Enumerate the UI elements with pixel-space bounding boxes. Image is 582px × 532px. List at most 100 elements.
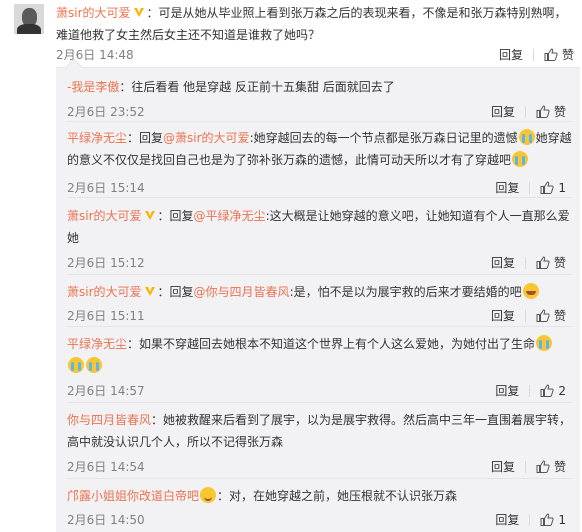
- reply-divider: [67, 402, 572, 403]
- reply-username[interactable]: 萧sir的大可爱: [67, 285, 142, 299]
- reply-button[interactable]: 回复: [491, 103, 515, 120]
- comment-actions: 回复 赞: [499, 46, 574, 63]
- divider: [529, 513, 531, 526]
- reply-button[interactable]: 回复: [499, 46, 523, 63]
- reply-text: 平绿净无尘：如果不穿越回去她根本不知道这个世界上有个人这么爱她，为她付出了生命: [67, 333, 572, 377]
- main-comment-text: 萧sir的大可爱 ：可是从她从毕业照上看到张万森之后的表现来看，不像是和张万森特别…: [56, 2, 576, 46]
- like-button[interactable]: 赞: [536, 254, 566, 271]
- comment-time: 2月6日 14:48: [56, 48, 134, 62]
- like-button[interactable]: 赞: [536, 307, 566, 324]
- like-label: 赞: [553, 256, 566, 270]
- reply-text: 邝露小姐姐你改道白帝吧 ：对，在她穿越之前，她压根就不认识张万森: [67, 485, 572, 507]
- vip-badge-icon: [144, 209, 156, 221]
- reply-body: ：往后看看 他是穿越 反正前十五集甜 后面就回去了: [119, 80, 395, 94]
- reply-button[interactable]: 回复: [491, 254, 515, 271]
- like-button[interactable]: 赞: [536, 103, 566, 120]
- reply-mention[interactable]: @萧sir的大可爱: [163, 131, 250, 145]
- like-label: 赞: [561, 48, 574, 62]
- reply-time: 2月6日 23:52: [67, 105, 145, 119]
- reply-divider: [67, 478, 572, 479]
- reply-text: 平绿净无尘：回复@萧sir的大可爱:她穿越回去的每一个节点都是张万森日记里的遗憾…: [67, 127, 572, 171]
- reply-mention[interactable]: @你与四月皆春风: [194, 285, 290, 299]
- like-button[interactable]: 赞: [544, 46, 574, 63]
- divider: [524, 309, 526, 322]
- reply-actions: 回复 赞: [491, 307, 566, 324]
- reply-text: 你与四月皆春风：她被救醒来后看到了展宇，以为是展宇救得。然后高中三年一直围着展宇…: [67, 409, 572, 453]
- reply-button[interactable]: 回复: [495, 179, 519, 196]
- reply-username[interactable]: 邝露小姐姐你改道白帝吧: [67, 489, 199, 503]
- divider: [529, 384, 531, 397]
- reply-button[interactable]: 回复: [495, 511, 519, 528]
- reply-mention[interactable]: @平绿净无尘: [194, 209, 266, 223]
- reply-username[interactable]: -我是李傲: [67, 80, 119, 94]
- reply-time: 2月6日 14:54: [67, 460, 145, 474]
- crying-emoji: [86, 357, 102, 373]
- divider: [524, 105, 526, 118]
- thumbs-up-icon: [540, 513, 554, 526]
- thumbs-up-icon: [536, 460, 550, 473]
- replies-panel: -我是李傲：往后看看 他是穿越 反正前十五集甜 后面就回去了 2月6日 23:5…: [56, 58, 580, 532]
- crying-emoji: [512, 151, 529, 167]
- crying-emoji: [68, 357, 84, 373]
- reply-time: 2月6日 15:12: [67, 256, 145, 270]
- divider: [524, 256, 526, 269]
- thumbs-up-icon: [536, 309, 550, 322]
- reply-divider: [67, 326, 572, 327]
- reply-divider: [67, 121, 572, 122]
- divider: [524, 460, 526, 473]
- reply-actions: 回复 1: [495, 511, 566, 528]
- thumbs-up-icon: [536, 256, 550, 269]
- reply-body: :她穿越回去的每一个节点都是张万森日记里的遗憾: [249, 131, 518, 145]
- reply-body: :这大概是让她穿越的意义吧，让她知道有个人一直那么爱她: [67, 209, 570, 245]
- vip-badge-icon: [133, 6, 145, 18]
- like-label: 赞: [553, 460, 566, 474]
- reply-username[interactable]: 平绿净无尘: [67, 131, 127, 145]
- reply-actions: 回复 1: [495, 179, 566, 196]
- like-label: 赞: [553, 309, 566, 323]
- user-avatar[interactable]: [14, 4, 44, 34]
- laughing-emoji: [522, 283, 539, 299]
- reply-item: 平绿净无尘：如果不穿越回去她根本不知道这个世界上有个人这么爱她，为她付出了生命 …: [56, 333, 580, 399]
- smiling-emoji: [200, 487, 217, 503]
- reply-button[interactable]: 回复: [491, 307, 515, 324]
- reply-username[interactable]: 萧sir的大可爱: [67, 209, 142, 223]
- reply-divider: [67, 197, 572, 198]
- reply-mention-prefix: ：回复: [157, 285, 194, 299]
- reply-actions: 回复 赞: [491, 458, 566, 475]
- commenter-username[interactable]: 萧sir的大可爱: [56, 6, 131, 20]
- vip-badge-icon: [144, 285, 156, 297]
- like-button[interactable]: 1: [540, 513, 566, 527]
- crying-emoji: [518, 129, 535, 145]
- reply-actions: 回复 赞: [491, 254, 566, 271]
- reply-item: 平绿净无尘：回复@萧sir的大可爱:她穿越回去的每一个节点都是张万森日记里的遗憾…: [56, 127, 580, 196]
- thumbs-up-icon: [544, 48, 558, 61]
- reply-button[interactable]: 回复: [491, 458, 515, 475]
- reply-time: 2月6日 14:50: [67, 513, 145, 527]
- reply-username[interactable]: 平绿净无尘: [67, 337, 127, 351]
- thumbs-up-icon: [540, 384, 554, 397]
- reply-mention-prefix: ：回复: [127, 131, 164, 145]
- thumbs-up-icon: [540, 181, 554, 194]
- reply-mention-prefix: ：回复: [157, 209, 194, 223]
- reply-item: 萧sir的大可爱 ：回复@你与四月皆春风:是，怕不是以为展宇救的后来才要结婚的吧 …: [56, 281, 580, 323]
- like-count: 2: [558, 383, 566, 398]
- reply-button[interactable]: 回复: [495, 382, 519, 399]
- reply-text: -我是李傲：往后看看 他是穿越 反正前十五集甜 后面就回去了: [67, 76, 572, 98]
- reply-item: -我是李傲：往后看看 他是穿越 反正前十五集甜 后面就回去了 2月6日 23:5…: [56, 76, 580, 119]
- like-button[interactable]: 赞: [536, 458, 566, 475]
- reply-item: 萧sir的大可爱 ：回复@平绿净无尘:这大概是让她穿越的意义吧，让她知道有个人一直…: [56, 205, 580, 271]
- reply-time: 2月6日 14:57: [67, 384, 145, 398]
- reply-text: 萧sir的大可爱 ：回复@平绿净无尘:这大概是让她穿越的意义吧，让她知道有个人一直…: [67, 205, 572, 249]
- reply-body: :是，怕不是以为展宇救的后来才要结婚的吧: [289, 285, 522, 299]
- reply-item: 你与四月皆春风：她被救醒来后看到了展宇，以为是展宇救得。然后高中三年一直围着展宇…: [56, 409, 580, 475]
- reply-actions: 回复 2: [495, 382, 566, 399]
- like-button[interactable]: 1: [540, 181, 566, 195]
- main-comment: 萧sir的大可爱 ：可是从她从毕业照上看到张万森之后的表现来看，不像是和张万森特别…: [0, 0, 582, 64]
- like-count: 1: [558, 180, 566, 195]
- crying-emoji: [536, 335, 553, 351]
- divider: [532, 48, 534, 61]
- reply-actions: 回复 赞: [491, 103, 566, 120]
- reply-username[interactable]: 你与四月皆春风: [67, 413, 151, 427]
- reply-divider: [67, 274, 572, 275]
- like-button[interactable]: 2: [540, 384, 566, 398]
